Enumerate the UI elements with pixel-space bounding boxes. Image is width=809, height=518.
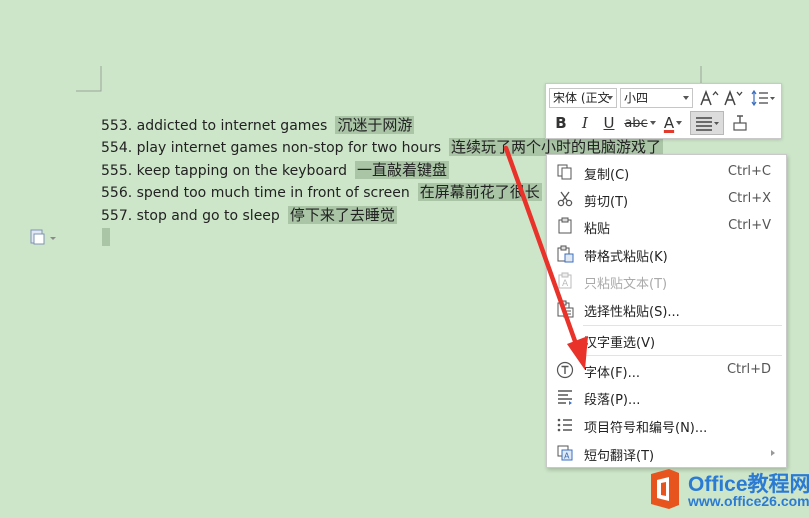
font-icon — [556, 361, 574, 379]
menu-item-paste-formatted[interactable]: 带格式粘贴(K) — [548, 241, 785, 267]
paragraph-icon — [558, 390, 572, 405]
menu-item-label: 短句翻译(T) — [584, 449, 655, 464]
font-name-select[interactable]: 宋体 (正文 — [549, 88, 617, 108]
menu-item-label: 字体(F)... — [584, 366, 641, 381]
menu-separator — [583, 325, 782, 326]
menu-item-bullets-numbering[interactable]: 项目符号和编号(N)... — [548, 412, 785, 438]
font-size-value: 小四 — [624, 91, 649, 105]
menu-item-shortcut: Ctrl+X — [728, 191, 771, 206]
chevron-down-icon — [607, 96, 613, 100]
chinese-translation: 在屏幕前花了很长 — [417, 183, 542, 201]
align-button[interactable] — [690, 111, 724, 135]
english-phrase: 554. play internet games non-stop for tw… — [101, 140, 442, 156]
menu-item-label: 段落(P)... — [584, 393, 641, 408]
menu-item-paste-special[interactable]: 选择性粘贴(S)... — [548, 296, 785, 322]
align-icon — [696, 117, 719, 131]
menu-item-font[interactable]: 字体(F)... Ctrl+D — [548, 357, 785, 383]
svg-text:A: A — [564, 452, 570, 461]
chinese-translation: 停下来了去睡觉 — [287, 206, 397, 224]
chevron-right-icon — [771, 450, 775, 456]
line-spacing-icon — [751, 89, 775, 107]
doc-line-557[interactable]: 557. stop and go to sleep 停下来了去睡觉 — [101, 204, 397, 226]
menu-item-label: 带格式粘贴(K) — [584, 250, 668, 265]
paste-special-icon — [557, 300, 574, 318]
menu-item-reselect-hanzi[interactable]: 汉字重选(V) — [548, 327, 785, 353]
menu-item-label: 汉字重选(V) — [584, 336, 656, 351]
paste-icon — [558, 217, 572, 234]
shrink-font-icon — [724, 89, 743, 106]
mini-toolbar: 宋体 (正文 小四 B I U abc A — [545, 83, 782, 139]
line-spacing-button[interactable] — [748, 88, 778, 108]
doc-line-555[interactable]: 555. keep tapping on the keyboard 一直敲着键盘 — [101, 159, 449, 181]
menu-item-paste[interactable]: 粘贴 Ctrl+V — [548, 213, 785, 239]
doc-line-553[interactable]: 553. addicted to internet games 沉迷于网游 — [101, 114, 415, 136]
translate-icon: A — [557, 445, 573, 461]
bold-button[interactable]: B — [550, 113, 572, 133]
chevron-down-icon — [683, 96, 689, 100]
menu-item-translate[interactable]: A 短句翻译(T) — [548, 440, 785, 466]
chinese-translation: 沉迷于网游 — [335, 116, 415, 134]
english-phrase: 555. keep tapping on the keyboard — [101, 163, 347, 179]
paste-formatted-icon — [557, 245, 574, 263]
bold-label: B — [555, 114, 567, 132]
bullet-list-icon — [557, 418, 572, 432]
menu-item-paste-text-only: A 只粘贴文本(T) — [548, 268, 785, 294]
underline-label: U — [603, 114, 615, 132]
cut-icon — [557, 191, 573, 207]
menu-item-label: 剪切(T) — [584, 195, 629, 210]
english-phrase: 557. stop and go to sleep — [101, 208, 280, 224]
menu-item-label: 只粘贴文本(T) — [584, 277, 668, 292]
menu-item-label: 粘贴 — [584, 222, 611, 237]
menu-item-label: 项目符号和编号(N)... — [584, 421, 708, 436]
menu-item-shortcut: Ctrl+D — [726, 362, 771, 377]
menu-separator — [583, 355, 782, 356]
paste-options-icon[interactable] — [30, 229, 56, 245]
logo-url: www.office26.com — [688, 493, 809, 509]
menu-item-copy[interactable]: 复制(C) Ctrl+C — [548, 159, 785, 185]
menu-item-shortcut: Ctrl+C — [727, 164, 771, 179]
menu-item-shortcut: Ctrl+V — [728, 218, 771, 233]
copy-icon — [557, 164, 572, 180]
font-color-button[interactable]: A — [659, 113, 687, 133]
shrink-font-button[interactable] — [722, 88, 744, 108]
underline-button[interactable]: U — [598, 113, 620, 133]
doc-line-556[interactable]: 556. spend too much time in front of scr… — [101, 181, 542, 203]
context-menu: 复制(C) Ctrl+C 剪切(T) Ctrl+X 粘贴 Ctrl+V 带格式粘… — [546, 154, 787, 468]
font-name-value: 宋体 (正文 — [553, 91, 610, 105]
chevron-down-icon — [649, 121, 656, 125]
grow-font-icon — [700, 89, 719, 106]
format-painter-icon — [733, 115, 747, 131]
menu-item-paragraph[interactable]: 段落(P)... — [548, 384, 785, 410]
office26-logo: Office教程网 www.office26.com — [643, 466, 809, 514]
office-logo-icon — [651, 469, 679, 509]
italic-label: I — [582, 114, 588, 132]
strikethrough-button[interactable]: abc — [623, 113, 657, 133]
strikethrough-label: abc — [624, 115, 648, 131]
font-size-select[interactable]: 小四 — [620, 88, 693, 108]
font-color-label: A — [663, 114, 675, 132]
grow-font-button[interactable] — [698, 88, 720, 108]
english-phrase: 553. addicted to internet games — [101, 118, 328, 134]
english-phrase: 556. spend too much time in front of scr… — [101, 185, 410, 201]
format-painter-button[interactable] — [728, 113, 752, 133]
chevron-down-icon — [676, 121, 683, 125]
empty-paragraph-selection[interactable] — [102, 228, 110, 246]
paste-text-icon: A — [558, 272, 572, 289]
italic-button[interactable]: I — [574, 113, 596, 133]
chinese-translation: 一直敲着键盘 — [354, 161, 449, 179]
menu-item-label: 复制(C) — [584, 168, 630, 183]
page-corner-mark-left — [76, 66, 102, 92]
menu-item-label: 选择性粘贴(S)... — [584, 305, 680, 320]
svg-text:A: A — [562, 279, 569, 289]
menu-item-cut[interactable]: 剪切(T) Ctrl+X — [548, 186, 785, 212]
